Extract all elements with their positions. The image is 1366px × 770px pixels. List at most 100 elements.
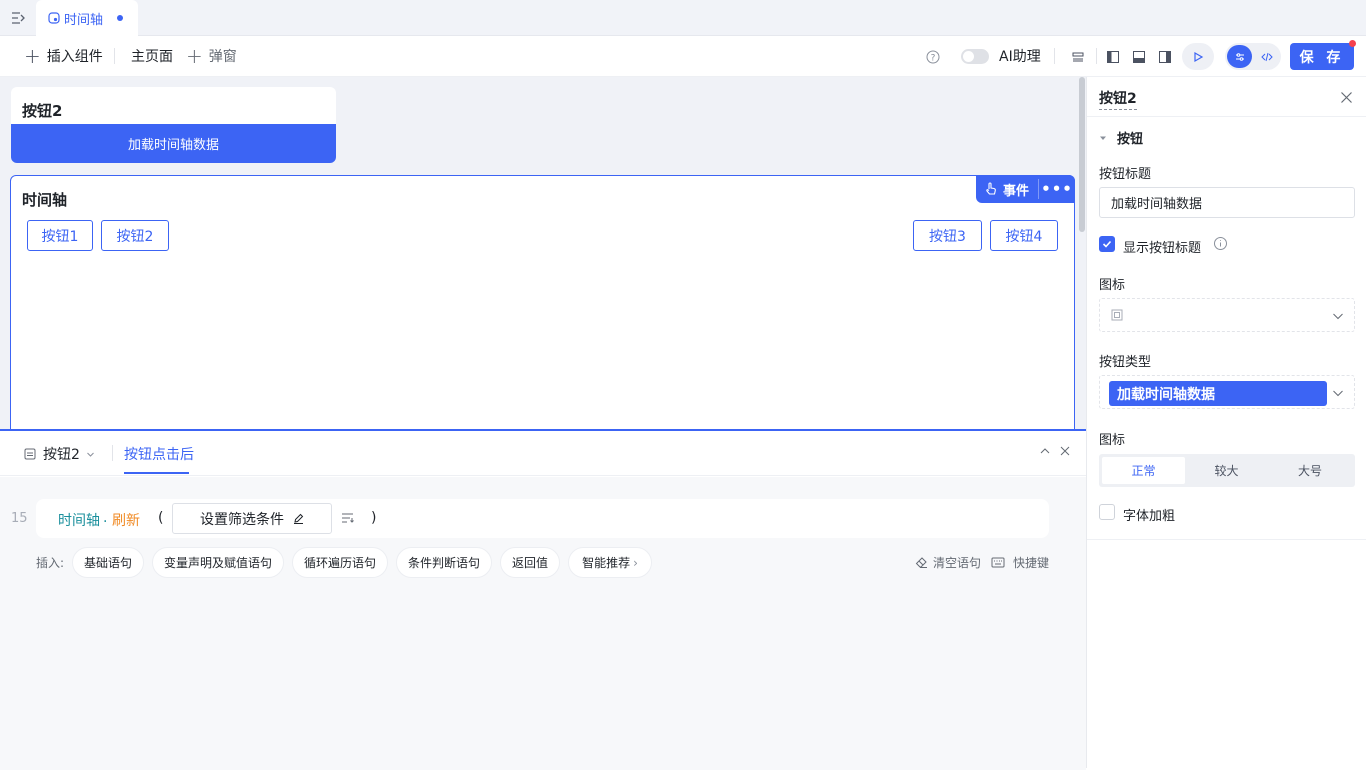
icon-size-label: 图标 bbox=[1099, 433, 1126, 448]
settings-sliders-icon[interactable] bbox=[1227, 45, 1252, 68]
toolbar: + 插入组件 主页面 + 弹窗 ? AI助理 保 存 bbox=[0, 37, 1366, 77]
paren-close: ) bbox=[371, 510, 377, 526]
size-large[interactable]: 大号 bbox=[1268, 457, 1352, 484]
statement-row[interactable]: 时间轴 . 刷新 ( 设置筛选条件 ) bbox=[36, 499, 1049, 538]
section-button[interactable]: 按钮 bbox=[1099, 128, 1143, 147]
component-icon bbox=[24, 448, 36, 460]
design-canvas: 按钮2 加载时间轴数据 时间轴 事件 ••• 按钮1 按钮2 按钮3 按钮4 bbox=[0, 77, 1086, 429]
load-timeline-button[interactable]: 加载时间轴数据 bbox=[11, 124, 336, 163]
card-title: 按钮2 bbox=[22, 102, 63, 120]
info-icon[interactable] bbox=[1213, 236, 1228, 255]
component-select[interactable]: 按钮2 bbox=[24, 444, 95, 464]
divider bbox=[112, 445, 113, 461]
insert-condition-statement[interactable]: 条件判断语句 bbox=[396, 547, 492, 578]
insert-loop-statement[interactable]: 循环遍历语句 bbox=[292, 547, 388, 578]
size-normal[interactable]: 正常 bbox=[1102, 457, 1185, 484]
caret-down-icon bbox=[1099, 134, 1107, 142]
size-larger[interactable]: 较大 bbox=[1185, 457, 1268, 484]
divider bbox=[1054, 48, 1055, 64]
unsaved-dot bbox=[117, 15, 123, 21]
notification-dot bbox=[1349, 40, 1356, 47]
divider bbox=[1087, 539, 1366, 540]
event-panel: 按钮2 按钮点击后 15 时间轴 . 刷新 ( 设置筛选条件) 插入: 基础语… bbox=[0, 429, 1086, 770]
shortcut-button[interactable]: 快捷键 bbox=[991, 554, 1049, 571]
insert-component-button[interactable]: + 插入组件 bbox=[24, 37, 103, 75]
chevron-down-icon bbox=[1332, 310, 1344, 326]
more-icon[interactable]: ••• bbox=[1039, 175, 1075, 203]
timeline-card[interactable]: 时间轴 事件 ••• 按钮1 按钮2 按钮3 按钮4 bbox=[10, 175, 1075, 429]
panel-title[interactable]: 按钮2 bbox=[1099, 88, 1137, 110]
eraser-icon bbox=[915, 556, 928, 569]
insert-basic-statement[interactable]: 基础语句 bbox=[72, 547, 144, 578]
keyboard-icon bbox=[991, 557, 1005, 568]
event-panel-header: 按钮2 按钮点击后 bbox=[0, 431, 1086, 476]
code-icon[interactable] bbox=[1255, 45, 1279, 68]
wrap-lines-icon[interactable] bbox=[341, 512, 354, 528]
ai-assistant-label: AI助理 bbox=[999, 49, 1041, 65]
chevron-right-icon: › bbox=[633, 555, 638, 570]
code-area: 15 时间轴 . 刷新 ( 设置筛选条件 ) 插入: 基础语句 变量声明及赋值语… bbox=[0, 477, 1086, 770]
close-icon[interactable] bbox=[1340, 91, 1353, 108]
icon-size-segmented: 正常 较大 大号 bbox=[1099, 454, 1355, 487]
button-title-input[interactable]: 加载时间轴数据 bbox=[1099, 187, 1355, 218]
statement-method[interactable]: 刷新 bbox=[112, 510, 140, 530]
line-number: 15 bbox=[11, 511, 28, 526]
tab-underline bbox=[124, 472, 189, 474]
event-button[interactable]: 事件 bbox=[976, 175, 1038, 203]
button-card[interactable]: 按钮2 加载时间轴数据 bbox=[11, 87, 336, 163]
timeline-button-2[interactable]: 按钮2 bbox=[101, 220, 169, 251]
page-icon bbox=[48, 12, 60, 24]
bold-label: 字体加粗 bbox=[1123, 509, 1176, 524]
ai-toggle[interactable] bbox=[961, 49, 989, 64]
insert-return-value[interactable]: 返回值 bbox=[500, 547, 560, 578]
chevron-up-icon[interactable] bbox=[1039, 445, 1051, 461]
hand-pointer-icon bbox=[985, 182, 997, 196]
icon-label: 图标 bbox=[1099, 278, 1126, 293]
event-toolbar: 事件 ••• bbox=[975, 175, 1075, 203]
timeline-button-3[interactable]: 按钮3 bbox=[913, 220, 982, 251]
smart-recommend[interactable]: 智能推荐 › bbox=[568, 547, 652, 578]
divider bbox=[1096, 48, 1097, 64]
tab-timeline[interactable]: 时间轴 bbox=[36, 0, 138, 36]
right-panel-icon[interactable] bbox=[1154, 46, 1176, 68]
timeline-button-4[interactable]: 按钮4 bbox=[990, 220, 1058, 251]
timeline-button-1[interactable]: 按钮1 bbox=[27, 220, 93, 251]
filter-param-box[interactable]: 设置筛选条件 bbox=[172, 503, 332, 534]
property-panel: 按钮2 按钮 按钮标题 加载时间轴数据 显示按钮标题 图标 按钮类型 加载时间轴… bbox=[1086, 77, 1366, 768]
statement-dot: . bbox=[103, 510, 108, 526]
popup-button[interactable]: + 弹窗 bbox=[186, 37, 237, 75]
icon-select[interactable] bbox=[1099, 298, 1355, 332]
chevron-down-icon bbox=[1332, 387, 1344, 403]
divider bbox=[114, 48, 115, 64]
collapse-sidebar-icon[interactable] bbox=[10, 10, 26, 26]
canvas-scrollbar[interactable] bbox=[1079, 77, 1085, 232]
paren-open: ( bbox=[158, 510, 164, 526]
bold-checkbox[interactable] bbox=[1099, 504, 1115, 520]
button-title-label: 按钮标题 bbox=[1099, 167, 1152, 182]
left-panel-icon[interactable] bbox=[1102, 46, 1124, 68]
divider bbox=[1087, 116, 1366, 117]
layout-icon[interactable] bbox=[1067, 46, 1089, 68]
main-page-button[interactable]: 主页面 bbox=[131, 37, 173, 75]
preview-play-icon[interactable] bbox=[1182, 43, 1214, 70]
tab-after-click[interactable]: 按钮点击后 bbox=[124, 444, 194, 464]
plus-icon: + bbox=[24, 44, 41, 68]
button-type-value: 加载时间轴数据 bbox=[1109, 381, 1327, 406]
mode-switch[interactable] bbox=[1225, 43, 1281, 70]
button-type-label: 按钮类型 bbox=[1099, 355, 1152, 370]
tab-label: 时间轴 bbox=[64, 12, 104, 28]
bottom-panel-icon[interactable] bbox=[1128, 46, 1150, 68]
close-icon[interactable] bbox=[1059, 445, 1071, 461]
image-placeholder-icon bbox=[1111, 309, 1123, 325]
help-icon[interactable]: ? bbox=[922, 46, 944, 68]
save-button[interactable]: 保 存 bbox=[1290, 40, 1356, 70]
clear-statements-button[interactable]: 清空语句 bbox=[915, 554, 981, 571]
insert-variable-statement[interactable]: 变量声明及赋值语句 bbox=[152, 547, 284, 578]
tab-bar: 时间轴 bbox=[0, 0, 1366, 36]
edit-pencil-icon[interactable] bbox=[293, 513, 304, 524]
show-title-checkbox[interactable] bbox=[1099, 236, 1115, 252]
statement-object[interactable]: 时间轴 bbox=[58, 510, 100, 530]
card-title: 时间轴 bbox=[22, 191, 68, 209]
show-title-label: 显示按钮标题 bbox=[1123, 241, 1202, 256]
button-type-select[interactable]: 加载时间轴数据 bbox=[1099, 375, 1355, 409]
